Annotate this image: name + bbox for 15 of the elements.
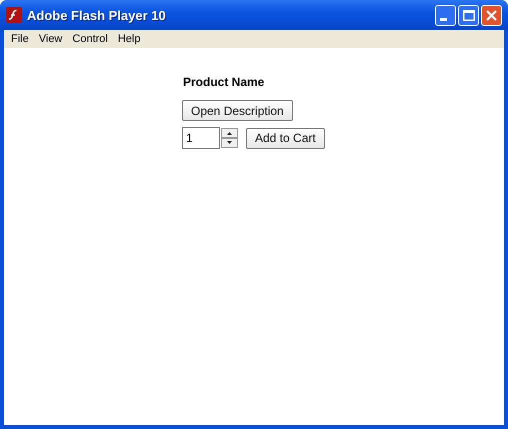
menu-item[interactable]: Control <box>67 33 113 45</box>
maximize-button[interactable] <box>458 4 479 26</box>
menu-item[interactable]: File <box>6 33 34 45</box>
window-title: Adobe Flash Player 10 <box>27 8 167 22</box>
close-button[interactable] <box>481 4 502 26</box>
maximize-icon <box>462 10 474 20</box>
menu-item[interactable]: Help <box>112 33 146 45</box>
menu-item[interactable]: View <box>34 33 68 45</box>
product-name: Product Name <box>183 75 264 89</box>
add-to-cart-button[interactable]: Add to Cart <box>246 128 325 148</box>
minimize-icon <box>440 18 446 20</box>
minimize-button[interactable] <box>435 4 456 26</box>
close-icon <box>486 10 497 20</box>
open-description-button[interactable]: Open Description <box>182 100 293 121</box>
flash-icon <box>6 7 22 23</box>
